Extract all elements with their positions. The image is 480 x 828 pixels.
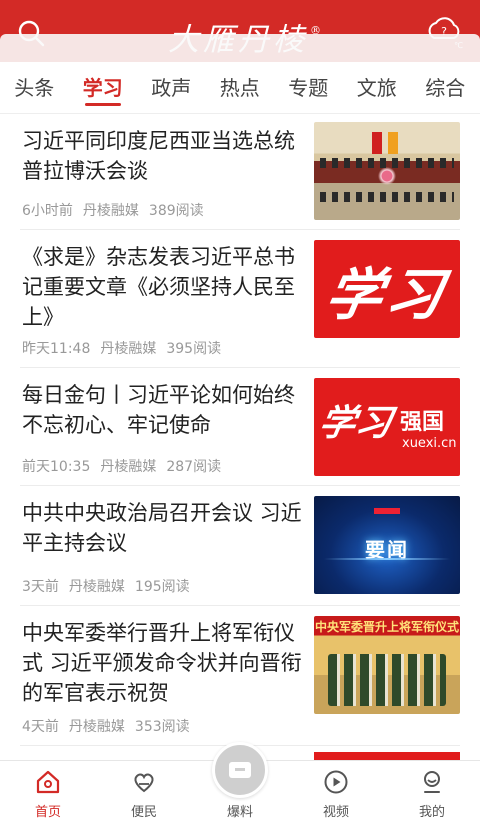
nav-label: 首页 bbox=[34, 805, 61, 820]
article-thumbnail[interactable] bbox=[314, 122, 460, 220]
list-item[interactable]: 每日金句丨习近平论如何始终不忘初心、牢记使命 前天10:35 丹棱融媒 287阅读 … bbox=[20, 368, 460, 486]
article-reads: 353阅读 bbox=[134, 719, 190, 735]
tab-toutiao[interactable]: 头条 bbox=[0, 62, 69, 113]
header-bottom-strip bbox=[0, 34, 480, 62]
nav-video[interactable]: 视频 bbox=[288, 761, 384, 828]
tab-zhengsheng[interactable]: 政声 bbox=[137, 62, 206, 113]
qiangguo-text: 强国 bbox=[400, 410, 445, 435]
nav-bianmin[interactable]: 便民 bbox=[96, 761, 192, 828]
nav-mine[interactable]: 我的 bbox=[384, 761, 480, 828]
xuexi-calligraphy: 学习 bbox=[315, 402, 396, 444]
tab-zhuanti[interactable]: 专题 bbox=[274, 62, 343, 113]
article-title[interactable]: 习近平同印度尼西亚当选总统普拉博沃会谈 bbox=[22, 126, 302, 186]
article-source: 丹棱融媒 bbox=[100, 341, 157, 357]
article-meta: 3天前 丹棱融媒 195阅读 bbox=[22, 576, 200, 596]
play-circle-icon bbox=[324, 770, 348, 794]
site-url-text: xuexi.cn bbox=[402, 436, 457, 451]
xuexi-calligraphy: 学习 bbox=[320, 262, 453, 328]
tab-redian[interactable]: 热点 bbox=[206, 62, 275, 113]
article-source: 丹棱融媒 bbox=[100, 459, 157, 475]
tab-wenlv[interactable]: 文旅 bbox=[343, 62, 412, 113]
article-title[interactable]: 《求是》杂志发表习近平总书记重要文章《必须坚持人民至上》 bbox=[22, 242, 302, 332]
nav-label: 便民 bbox=[130, 805, 157, 820]
article-thumbnail[interactable]: 学习 强国 xuexi.cn bbox=[314, 378, 460, 476]
baoliao-fab-button[interactable] bbox=[212, 742, 268, 798]
article-meta: 前天10:35 丹棱融媒 287阅读 bbox=[22, 456, 231, 476]
nav-label: 爆料 bbox=[226, 805, 253, 820]
category-tabs: 头条 学习 政声 热点 专题 文旅 综合 bbox=[0, 62, 480, 114]
article-reads: 389阅读 bbox=[148, 203, 204, 219]
article-thumbnail[interactable]: 要闻 bbox=[314, 496, 460, 594]
article-meta: 6小时前 丹棱融媒 389阅读 bbox=[22, 200, 214, 220]
article-source: 丹棱融媒 bbox=[82, 203, 139, 219]
article-time: 6小时前 bbox=[22, 203, 73, 219]
tab-zonghe[interactable]: 综合 bbox=[411, 62, 480, 113]
home-icon bbox=[36, 770, 60, 794]
article-title[interactable]: 中共中央政治局召开会议 习近平主持会议 bbox=[22, 498, 302, 558]
ceremony-banner-text: 中央军委晋升上将军衔仪式 bbox=[314, 620, 459, 634]
nav-label: 视频 bbox=[322, 805, 349, 820]
article-source: 丹棱融媒 bbox=[68, 719, 125, 735]
article-reads: 395阅读 bbox=[166, 341, 222, 357]
tab-xuexi[interactable]: 学习 bbox=[69, 62, 138, 113]
list-item[interactable]: 习近平同印度尼西亚当选总统普拉博沃会谈 6小时前 丹棱融媒 389阅读 bbox=[20, 114, 460, 230]
article-source: 丹棱融媒 bbox=[68, 579, 125, 595]
nav-label: 我的 bbox=[418, 805, 445, 820]
inbox-icon bbox=[229, 762, 251, 778]
article-meta: 4天前 丹棱融媒 353阅读 bbox=[22, 716, 200, 736]
article-time: 4天前 bbox=[22, 719, 59, 735]
article-time: 前天10:35 bbox=[22, 459, 91, 475]
article-thumbnail[interactable]: 中央军委晋升上将军衔仪式 bbox=[314, 616, 460, 714]
list-item[interactable]: 《求是》杂志发表习近平总书记重要文章《必须坚持人民至上》 昨天11:48 丹棱融媒… bbox=[20, 230, 460, 368]
heart-hands-icon bbox=[134, 773, 154, 793]
list-item[interactable]: 中央军委举行晋升上将军衔仪式 习近平颁发命令状并向晋衔的军官表示祝贺 4天前 丹棱… bbox=[20, 606, 460, 746]
article-reads: 287阅读 bbox=[166, 459, 222, 475]
nav-home[interactable]: 首页 bbox=[0, 761, 96, 828]
article-time: 昨天11:48 bbox=[22, 341, 91, 357]
article-title[interactable]: 每日金句丨习近平论如何始终不忘初心、牢记使命 bbox=[22, 380, 302, 440]
user-icon bbox=[424, 771, 440, 793]
app-header: 大雁丹棱® ? ℃ bbox=[0, 0, 480, 62]
article-time: 3天前 bbox=[22, 579, 59, 595]
article-meta: 昨天11:48 丹棱融媒 395阅读 bbox=[22, 338, 231, 358]
list-item[interactable]: 中共中央政治局召开会议 习近平主持会议 3天前 丹棱融媒 195阅读 要闻 bbox=[20, 486, 460, 606]
article-list: 习近平同印度尼西亚当选总统普拉博沃会谈 6小时前 丹棱融媒 389阅读 《求是》杂志… bbox=[0, 114, 480, 760]
article-reads: 195阅读 bbox=[134, 579, 190, 595]
article-thumbnail[interactable]: 学习 bbox=[314, 240, 460, 338]
article-title[interactable]: 中央军委举行晋升上将军衔仪式 习近平颁发命令状并向晋衔的军官表示祝贺 bbox=[22, 618, 302, 708]
